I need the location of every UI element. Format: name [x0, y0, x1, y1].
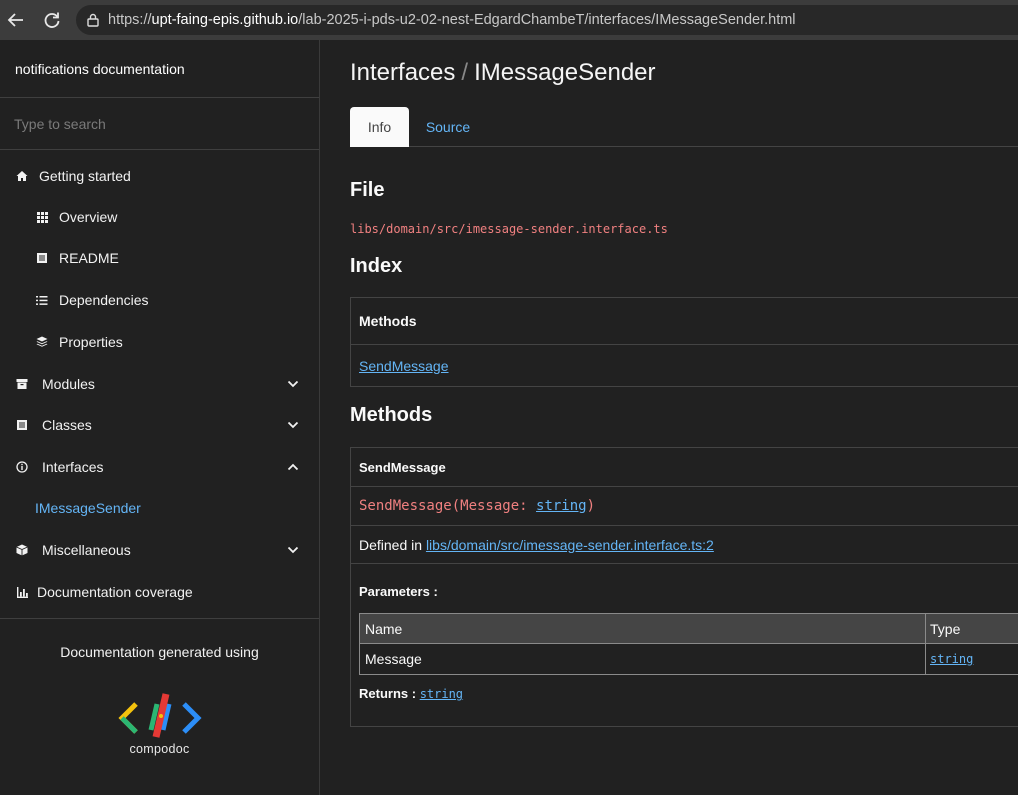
chevron-down-icon[interactable] [287, 419, 299, 431]
sidebar-item-dependencies[interactable]: Dependencies [0, 288, 319, 312]
url-prefix: https:// [108, 12, 152, 28]
sidebar-item-overview[interactable]: Overview [0, 205, 319, 229]
breadcrumb-parent: Interfaces [350, 59, 456, 86]
main-content: Interfaces / IMessageSender Info Source Fi… [320, 40, 1018, 795]
layers-icon [35, 335, 49, 349]
bar-chart-icon [15, 585, 29, 599]
parameters-label: Parameters : [359, 584, 438, 599]
returns-label: Returns : [359, 686, 417, 701]
chevron-down-icon[interactable] [287, 544, 299, 556]
chevron-down-icon[interactable] [287, 378, 299, 390]
reload-icon [44, 12, 60, 28]
search-box [0, 98, 319, 150]
signature-suffix: ) [586, 498, 596, 514]
grid-icon [35, 210, 49, 224]
arrow-left-icon [7, 13, 23, 27]
index-method-row: SendMessage [351, 345, 1018, 386]
param-name: Message [360, 644, 926, 674]
breadcrumb-current: IMessageSender [474, 59, 656, 86]
breadcrumb-separator: / [461, 59, 469, 86]
sidebar-item-label: Interfaces [42, 459, 104, 475]
cube-icon [15, 543, 29, 557]
sidebar-item-readme[interactable]: README [0, 246, 319, 270]
sidebar-item-modules[interactable]: Modules [0, 372, 319, 396]
defined-in-link[interactable]: libs/domain/src/imessage-sender.interfac… [426, 537, 714, 553]
url-path: /lab-2025-i-pds-u2-02-nest-EdgardChambeT… [298, 12, 796, 28]
search-input[interactable] [14, 115, 294, 132]
site-info-icon[interactable] [86, 13, 100, 27]
parameters-table: Name Type Message string [359, 613, 1018, 675]
methods-heading: Methods [350, 404, 433, 426]
sidebar-item-documentation-coverage[interactable]: Documentation coverage [0, 580, 319, 604]
home-icon [15, 169, 29, 183]
method-detail-table: SendMessage SendMessage(Message: string)… [350, 447, 1018, 727]
sidebar-footer-text: Documentation generated using [60, 644, 259, 660]
sidebar-item-getting-started[interactable]: Getting started [0, 164, 319, 188]
sidebar-item-label: Documentation coverage [37, 584, 193, 600]
parameters-section: Parameters : Name Type Message string Re… [351, 564, 1018, 726]
archive-icon [15, 377, 29, 391]
file-path: libs/domain/src/imessage-sender.interfac… [350, 222, 668, 236]
param-type-link[interactable]: string [930, 652, 973, 666]
sidebar-item-label: IMessageSender [35, 500, 141, 516]
defined-in-row: Defined in libs/domain/src/imessage-send… [351, 526, 1018, 564]
url-host: upt-faing-epis.github.io [151, 12, 299, 28]
defined-in-label: Defined in [359, 536, 423, 553]
chevron-up-icon[interactable] [287, 461, 299, 473]
index-method-link[interactable]: SendMessage [359, 358, 449, 374]
sidebar-item-label: Miscellaneous [42, 542, 131, 558]
param-header-name: Name [360, 614, 926, 643]
returns-type-link[interactable]: string [420, 687, 463, 701]
index-heading: Index [350, 255, 403, 277]
sidebar: notifications documentation Getting star… [0, 40, 320, 795]
breadcrumb: Interfaces / IMessageSender [350, 59, 656, 87]
compodoc-logo-text: compodoc [129, 742, 190, 756]
sidebar-item-label: Properties [59, 334, 123, 350]
list-icon [35, 293, 49, 307]
sidebar-item-label: Classes [42, 417, 92, 433]
sidebar-item-label: Modules [42, 376, 95, 392]
address-bar[interactable]: https://upt-faing-epis.github.io/lab-202… [76, 5, 1018, 35]
index-table: Methods SendMessage [350, 297, 1018, 387]
sidebar-item-label: Dependencies [59, 292, 149, 308]
signature-prefix: SendMessage(Message: [359, 498, 537, 514]
sidebar-item-classes[interactable]: Classes [0, 413, 319, 437]
sidebar-item-properties[interactable]: Properties [0, 330, 319, 354]
parameters-header-row: Name Type [360, 614, 1018, 644]
sidebar-item-label: README [59, 250, 119, 266]
file-icon [15, 418, 29, 432]
url-text[interactable]: https://upt-faing-epis.github.io/lab-202… [108, 12, 796, 28]
returns-row: Returns : string [359, 686, 463, 701]
tab-info[interactable]: Info [350, 107, 409, 147]
sidebar-item-label: Getting started [39, 168, 131, 184]
tab-bar: Info Source [350, 107, 1018, 147]
info-icon [15, 460, 29, 474]
book-icon [35, 251, 49, 265]
sidebar-item-imessagesender[interactable]: IMessageSender [0, 496, 319, 520]
browser-toolbar: https://upt-faing-epis.github.io/lab-202… [0, 0, 1018, 40]
sidebar-divider [0, 618, 319, 619]
method-name: SendMessage [351, 448, 1018, 487]
sidebar-title[interactable]: notifications documentation [0, 40, 319, 98]
reload-button[interactable] [36, 4, 68, 36]
file-heading: File [350, 179, 385, 201]
sidebar-item-label: Overview [59, 209, 118, 225]
param-header-type: Type [930, 620, 961, 637]
signature-type-link[interactable]: string [536, 498, 587, 514]
tab-source[interactable]: Source [414, 107, 482, 147]
table-row: Message string [360, 644, 1018, 674]
sidebar-item-miscellaneous[interactable]: Miscellaneous [0, 538, 319, 562]
index-methods-header: Methods [351, 298, 1018, 345]
method-signature: SendMessage(Message: string) [351, 487, 1018, 526]
back-button[interactable] [0, 4, 32, 36]
param-type-cell: string [926, 644, 1018, 674]
sidebar-item-interfaces[interactable]: Interfaces [0, 455, 319, 479]
